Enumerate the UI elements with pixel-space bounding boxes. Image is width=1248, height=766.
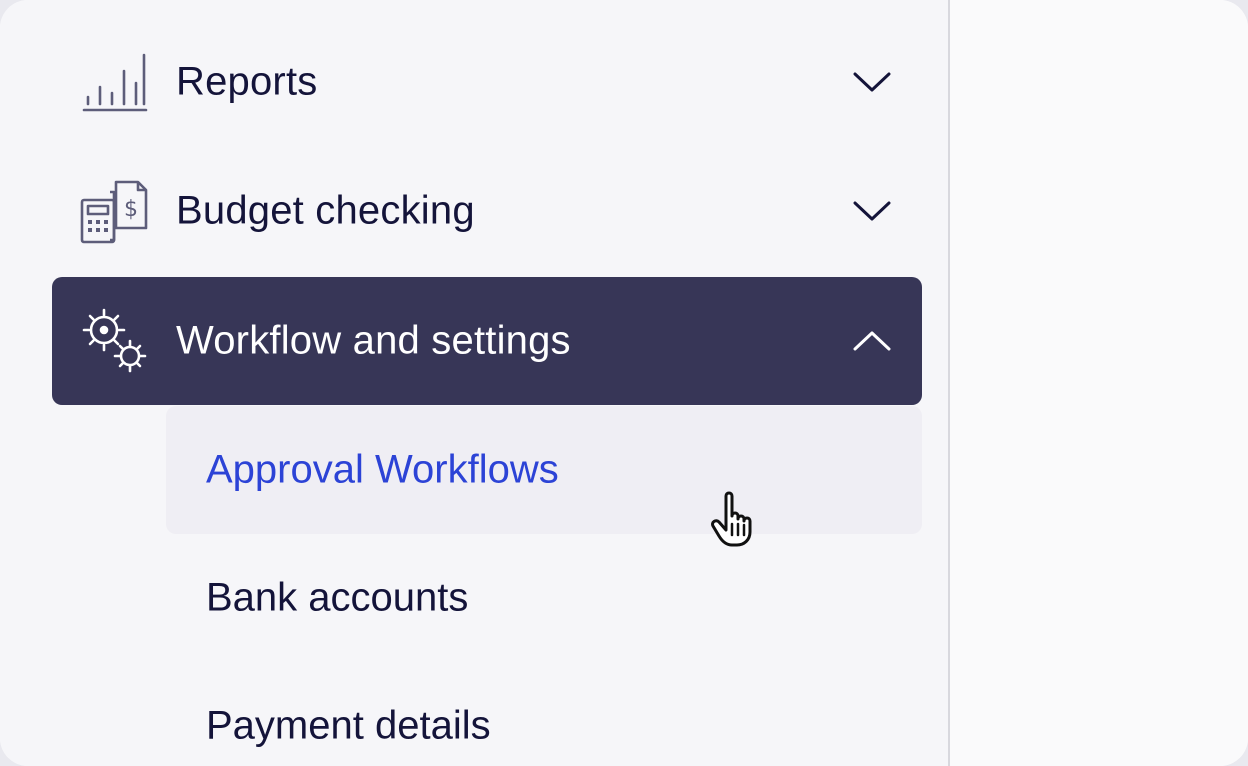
chevron-down-icon[interactable] bbox=[852, 70, 892, 94]
sub-item-bank-accounts[interactable]: Bank accounts bbox=[166, 534, 922, 662]
sub-item-payment-details[interactable]: Payment details bbox=[166, 662, 922, 766]
calculator-dollar-icon: $ bbox=[80, 176, 150, 246]
chevron-up-icon[interactable] bbox=[852, 329, 892, 353]
gears-icon bbox=[80, 306, 150, 376]
app-frame: Reports $ Budget checking Workflow and s… bbox=[0, 0, 1248, 766]
sub-item-label: Approval Workflows bbox=[206, 447, 559, 492]
main-content bbox=[950, 0, 1248, 766]
nav-item-reports[interactable]: Reports bbox=[52, 18, 922, 146]
sub-item-approval-workflows[interactable]: Approval Workflows bbox=[166, 406, 922, 534]
nav-item-workflow-and-settings[interactable]: Workflow and settings bbox=[52, 277, 922, 405]
sub-item-label: Bank accounts bbox=[206, 575, 469, 620]
svg-text:$: $ bbox=[124, 197, 138, 222]
chevron-down-icon[interactable] bbox=[852, 199, 892, 223]
bar-chart-icon bbox=[80, 47, 150, 117]
hand-pointer-icon bbox=[710, 490, 764, 548]
sub-item-label: Payment details bbox=[206, 703, 491, 748]
nav-item-label: Workflow and settings bbox=[176, 318, 571, 363]
sidebar: Reports $ Budget checking Workflow and s… bbox=[0, 0, 950, 766]
nav-item-budget-checking[interactable]: $ Budget checking bbox=[52, 147, 922, 275]
nav-item-label: Reports bbox=[176, 59, 318, 104]
nav-item-label: Budget checking bbox=[176, 188, 475, 233]
